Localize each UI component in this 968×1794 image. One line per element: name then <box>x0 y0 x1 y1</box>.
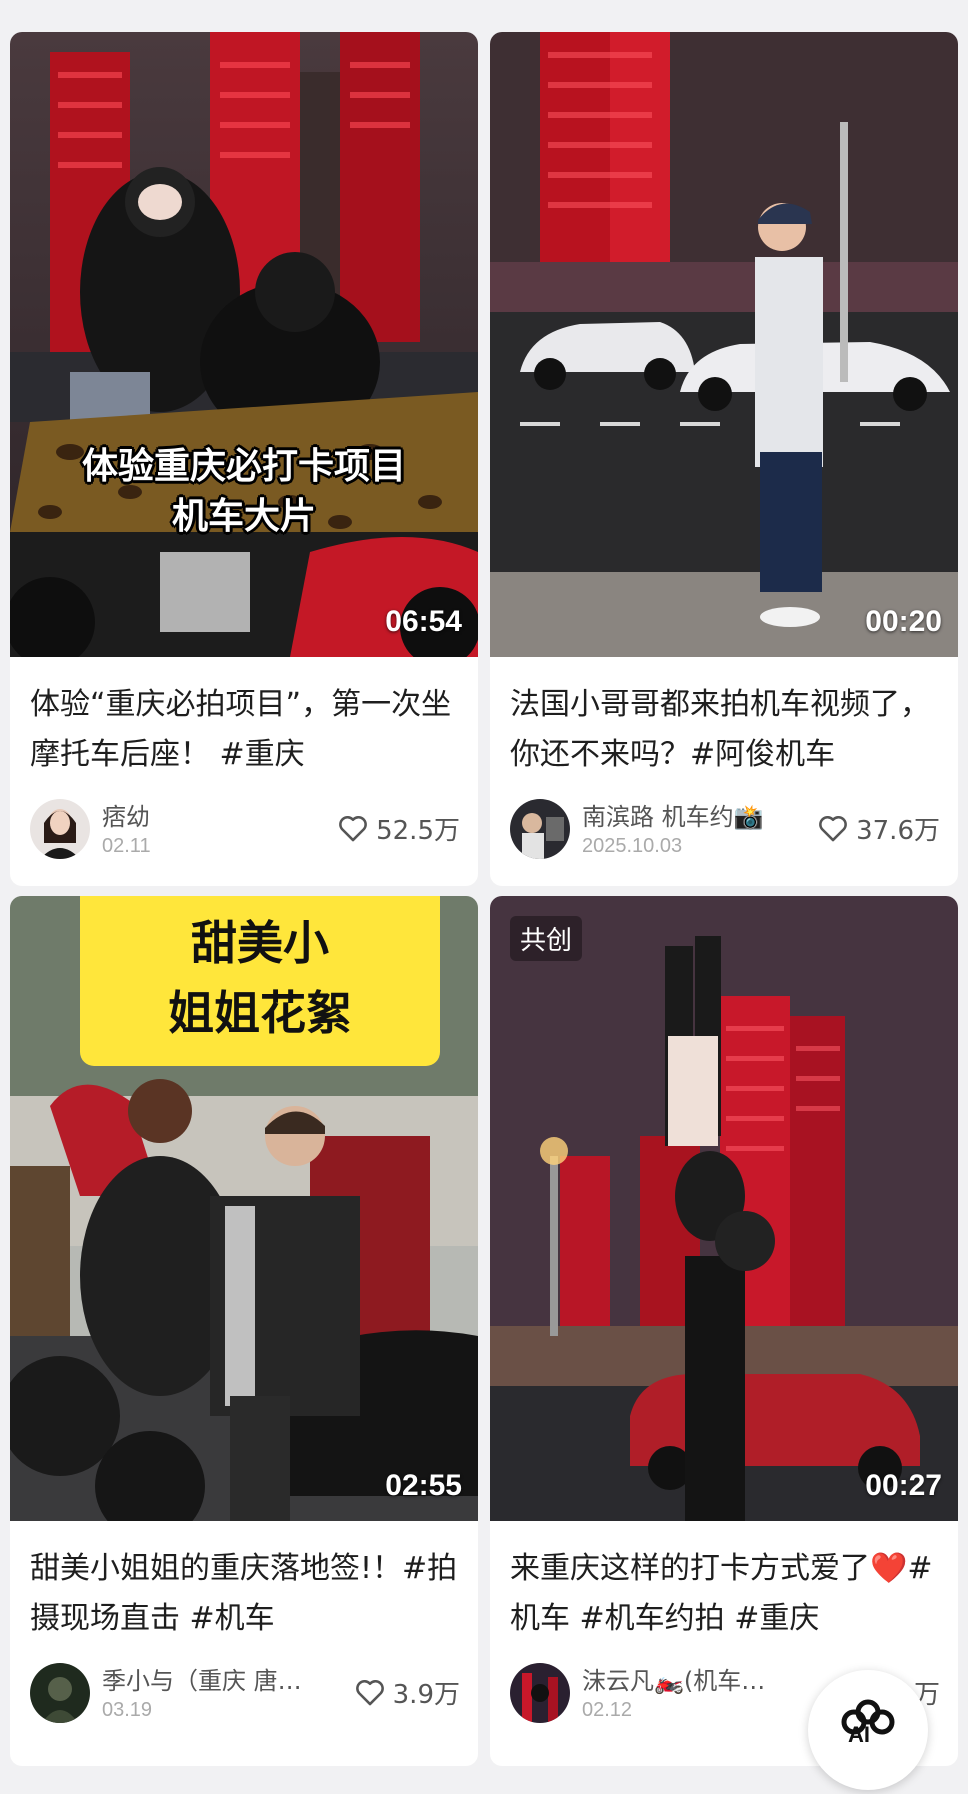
post-date: 2025.10.03 <box>582 835 683 857</box>
video-duration: 00:20 <box>865 605 942 638</box>
video-card[interactable]: 共创 00:27 来重庆这样的打卡方式爱了❤️#机车 #机车约拍 #重庆 沫云凡… <box>490 896 958 1766</box>
video-duration: 02:55 <box>385 1469 462 1502</box>
video-card[interactable]: 甜美小 姐姐花絮 02:55 甜美小姐姐的重庆落地签!！#拍摄现场直击 #机车 … <box>10 896 478 1766</box>
author-name[interactable]: 南滨路 机车约📸 <box>582 797 792 832</box>
heart-icon <box>355 1680 384 1706</box>
author-name[interactable]: 季小与（重庆 唐… <box>102 1661 312 1696</box>
heart-icon <box>339 816 367 842</box>
video-title[interactable]: 法国小哥哥都来拍机车视频了，你还不来吗？#阿俊机车 <box>510 680 940 780</box>
video-card[interactable]: 00:20 法国小哥哥都来拍机车视频了，你还不来吗？#阿俊机车 南滨路 机车约📸… <box>490 32 958 886</box>
author-name[interactable]: 痞幼 <box>102 797 312 832</box>
card-meta: 季小与（重庆 唐… 03.19 3.9万 <box>30 1661 460 1725</box>
avatar[interactable] <box>510 1663 570 1723</box>
avatar[interactable] <box>30 799 90 859</box>
video-thumbnail[interactable]: 甜美小 姐姐花絮 02:55 <box>10 896 478 1521</box>
video-title[interactable]: 甜美小姐姐的重庆落地签!！#拍摄现场直击 #机车 <box>30 1544 460 1644</box>
overlay-caption-line: 机车大片 <box>171 496 316 537</box>
card-meta: 痞幼 02.11 52.5万 <box>30 797 460 861</box>
avatar[interactable] <box>510 799 570 859</box>
post-date: 02.11 <box>102 835 151 857</box>
like-button[interactable]: 52.5万 <box>336 811 460 846</box>
like-count: 3.9万 <box>392 1679 460 1710</box>
video-thumbnail[interactable]: 00:20 <box>490 32 958 657</box>
cocreate-badge: 共创 <box>510 916 583 961</box>
video-duration: 06:54 <box>385 605 462 638</box>
video-duration: 00:27 <box>865 1469 942 1502</box>
overlay-sign-line: 姐姐花絮 <box>168 986 352 1040</box>
like-button[interactable]: 3.9万 <box>353 1675 460 1710</box>
post-date: 02.12 <box>582 1699 633 1721</box>
video-title[interactable]: 体验“重庆必拍项目”，第一次坐摩托车后座！ #重庆 <box>30 680 460 780</box>
ai-label: AI <box>848 1722 870 1747</box>
video-overlay-caption: 体验重庆必打卡项目 机车大片 <box>10 442 478 542</box>
ai-assistant-button[interactable]: AI <box>808 1670 928 1790</box>
card-meta: 南滨路 机车约📸 2025.10.03 37.6万 <box>510 797 940 861</box>
video-overlay-sign: 甜美小 姐姐花絮 <box>80 896 440 1066</box>
video-thumbnail[interactable]: 共创 00:27 <box>490 896 958 1521</box>
post-date: 03.19 <box>102 1699 153 1721</box>
video-thumbnail[interactable]: 体验重庆必打卡项目 机车大片 06:54 <box>10 32 478 657</box>
video-title[interactable]: 来重庆这样的打卡方式爱了❤️#机车 #机车约拍 #重庆 <box>510 1544 940 1644</box>
overlay-caption-line: 体验重庆必打卡项目 <box>81 446 406 487</box>
video-card[interactable]: 体验重庆必打卡项目 机车大片 06:54 体验“重庆必拍项目”，第一次坐摩托车后… <box>10 32 478 886</box>
like-count: 52.5万 <box>376 815 460 846</box>
like-count: 37.6万 <box>856 815 940 846</box>
like-button[interactable]: 37.6万 <box>816 811 940 846</box>
author-name[interactable]: 沫云凡🏍️(机车… <box>582 1661 792 1696</box>
video-feed: 体验重庆必打卡项目 机车大片 06:54 体验“重庆必拍项目”，第一次坐摩托车后… <box>0 0 968 1790</box>
avatar[interactable] <box>30 1663 90 1723</box>
heart-icon <box>819 816 847 842</box>
overlay-sign-line: 甜美小 <box>191 916 329 970</box>
